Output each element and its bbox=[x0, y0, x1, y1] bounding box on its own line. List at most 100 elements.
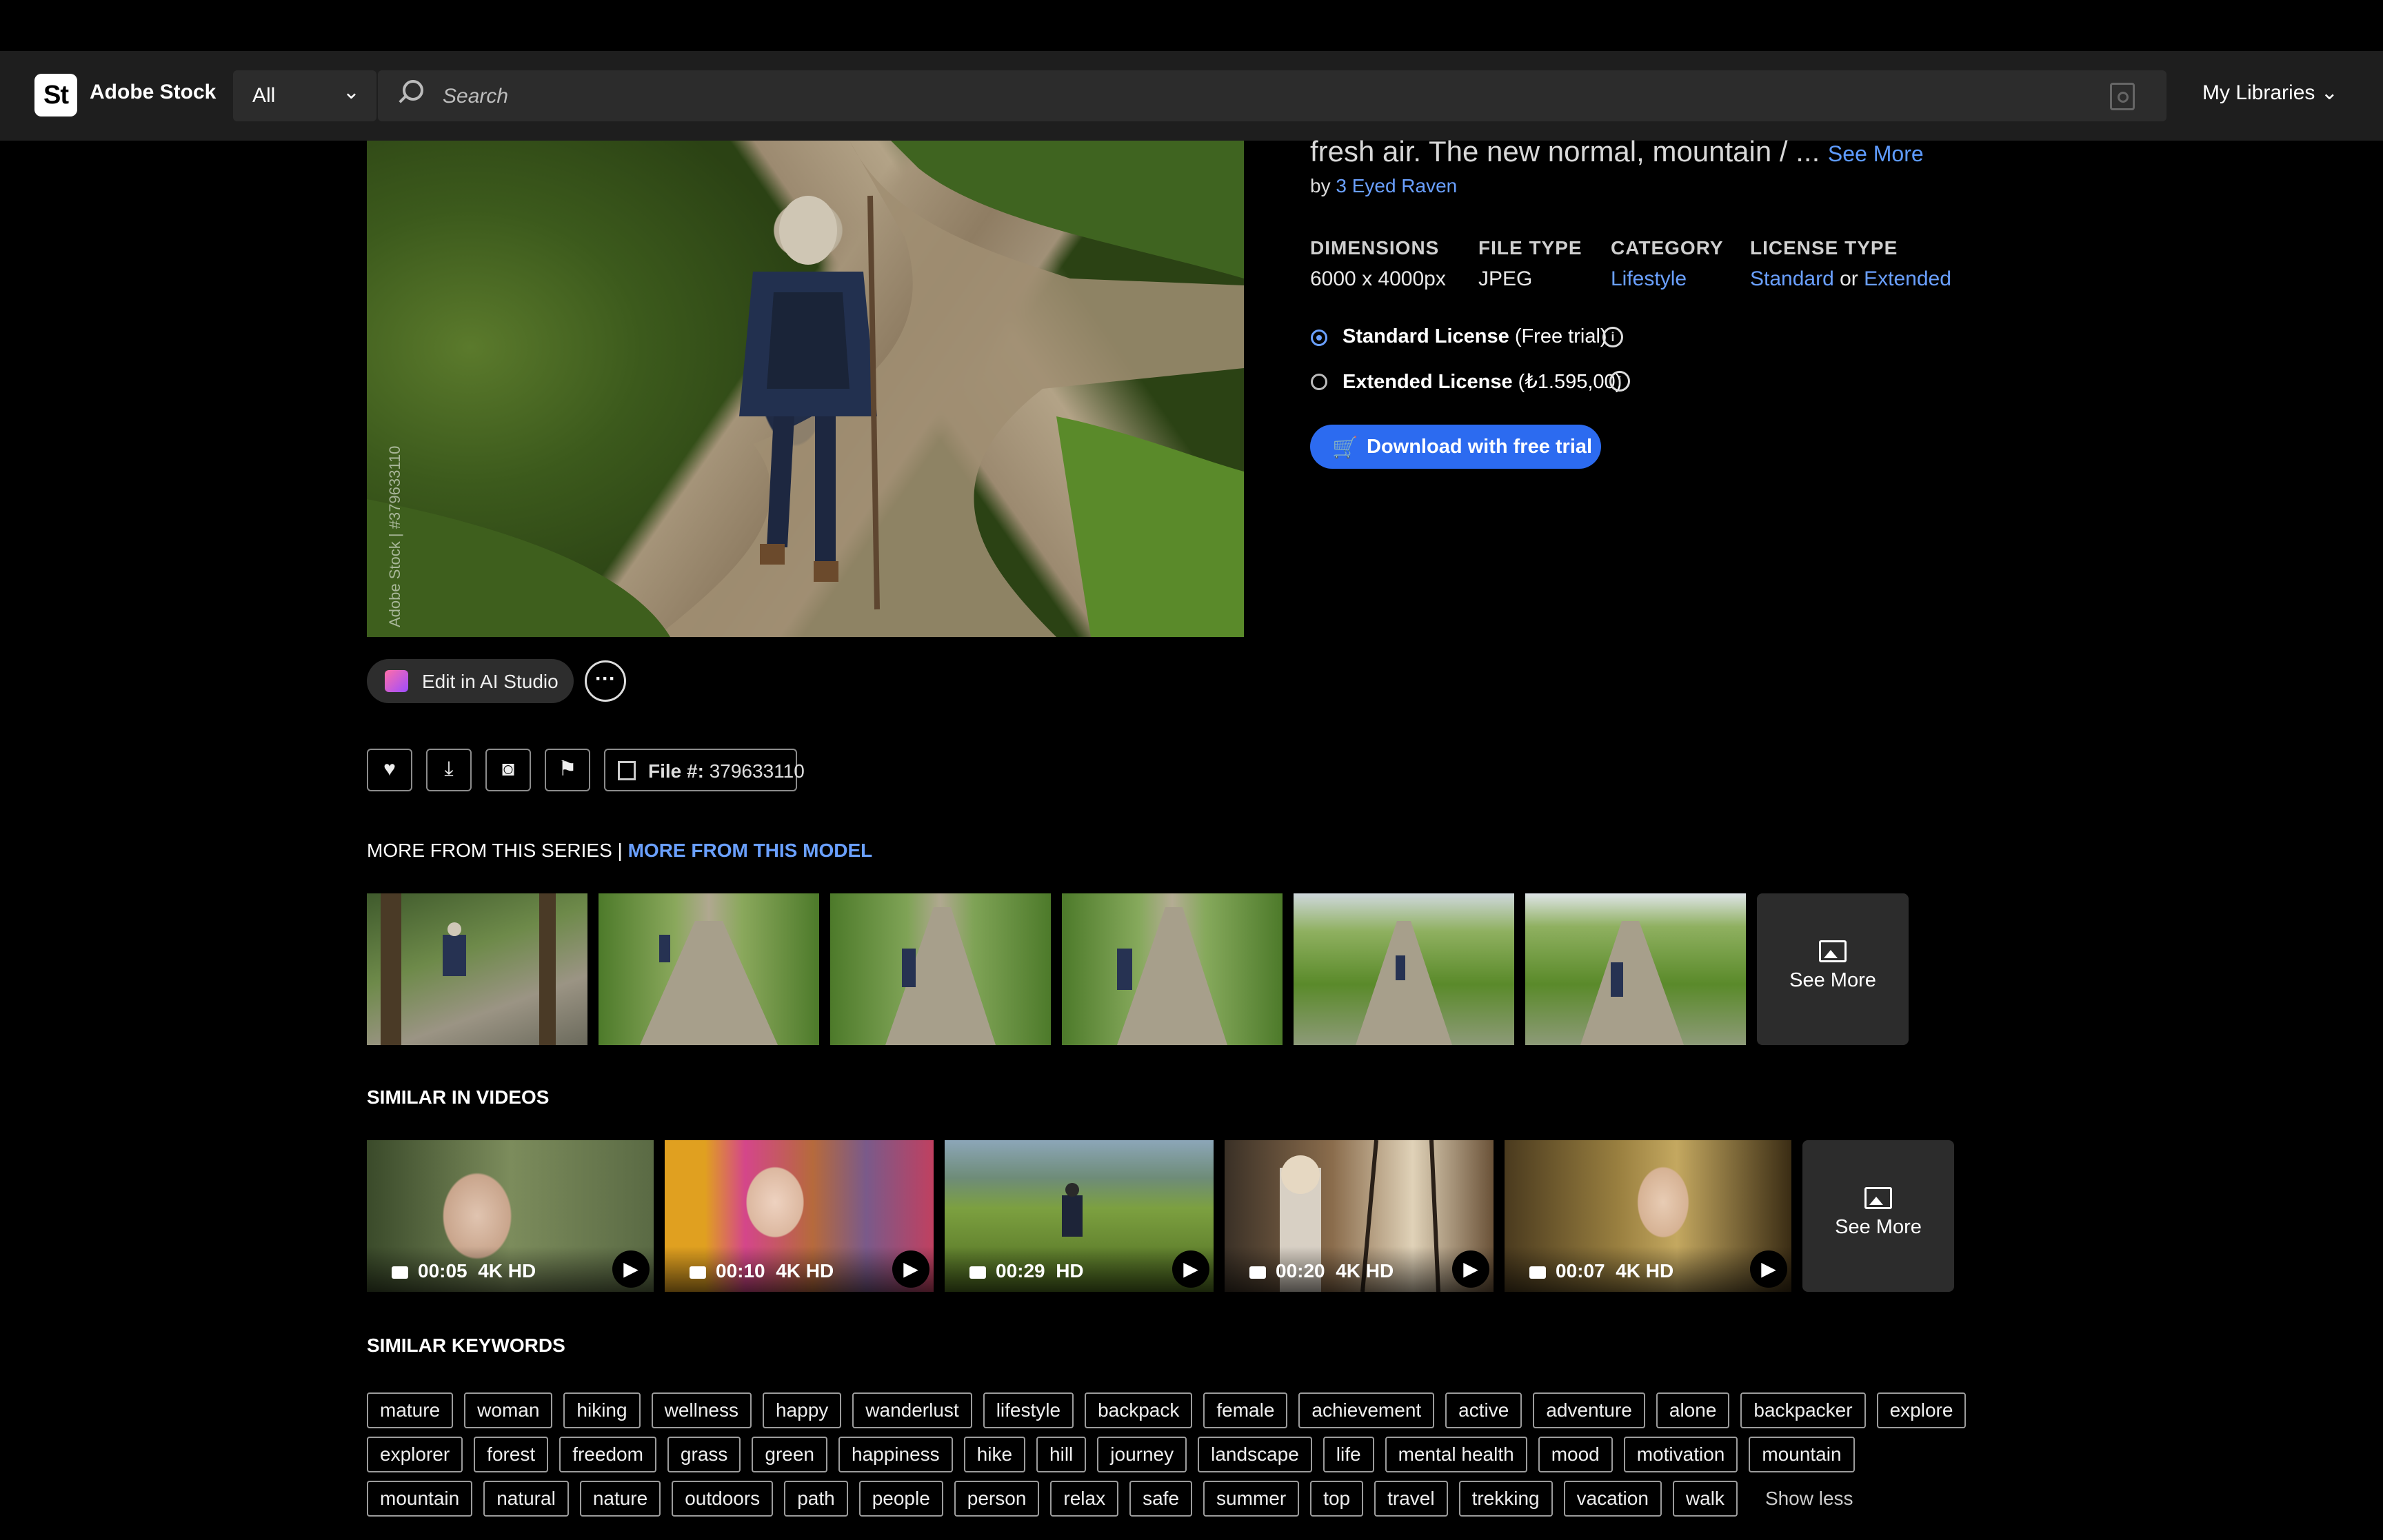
play-icon[interactable]: ▶ bbox=[1172, 1250, 1209, 1288]
videos-see-more-button[interactable]: See More bbox=[1802, 1140, 1954, 1292]
video-thumbnail[interactable]: 00:29 HD ▶ bbox=[945, 1140, 1214, 1292]
standard-license-link[interactable]: Standard bbox=[1750, 267, 1834, 290]
keyword-tag[interactable]: mood bbox=[1538, 1437, 1613, 1472]
series-thumbnail[interactable] bbox=[1525, 893, 1746, 1045]
keyword-tag[interactable]: travel bbox=[1374, 1481, 1448, 1517]
more-options-icon[interactable]: ··· bbox=[585, 660, 626, 702]
info-icon[interactable]: i bbox=[1602, 327, 1623, 347]
keyword-tag[interactable]: mountain bbox=[1749, 1437, 1855, 1472]
keyword-tag[interactable]: hiking bbox=[563, 1392, 641, 1428]
brand-name[interactable]: Adobe Stock bbox=[90, 81, 216, 104]
title-see-more-link[interactable]: See More bbox=[1828, 141, 1924, 166]
keyword-tag[interactable]: wanderlust bbox=[852, 1392, 972, 1428]
keyword-tag[interactable]: explore bbox=[1876, 1392, 1967, 1428]
extended-license-option[interactable]: Extended License (₺1.595,00) bbox=[1343, 369, 1622, 394]
play-icon[interactable]: ▶ bbox=[1452, 1250, 1489, 1288]
category-label: CATEGORY bbox=[1611, 237, 1724, 259]
keyword-tag[interactable]: forest bbox=[474, 1437, 549, 1472]
extended-license-link[interactable]: Extended bbox=[1864, 267, 1951, 290]
standard-license-radio[interactable] bbox=[1311, 330, 1327, 346]
keyword-tag[interactable]: freedom bbox=[559, 1437, 656, 1472]
keyword-tag[interactable]: female bbox=[1203, 1392, 1288, 1428]
keyword-tag[interactable]: landscape bbox=[1198, 1437, 1312, 1472]
keyword-tag[interactable]: summer bbox=[1203, 1481, 1300, 1517]
keyword-tag[interactable]: mental health bbox=[1385, 1437, 1527, 1472]
info-icon[interactable]: i bbox=[1609, 371, 1630, 392]
keyword-tag[interactable]: walk bbox=[1672, 1481, 1738, 1517]
play-icon[interactable]: ▶ bbox=[612, 1250, 650, 1288]
play-icon[interactable]: ▶ bbox=[1750, 1250, 1787, 1288]
keyword-tag[interactable]: green bbox=[752, 1437, 828, 1472]
more-from-model-tab[interactable]: MORE FROM THIS MODEL bbox=[628, 840, 873, 861]
keyword-tag[interactable]: grass bbox=[667, 1437, 741, 1472]
keyword-tag[interactable]: hike bbox=[963, 1437, 1026, 1472]
keyword-tag[interactable]: outdoors bbox=[672, 1481, 774, 1517]
keyword-tag[interactable]: people bbox=[858, 1481, 943, 1517]
flag-icon[interactable]: ⚑ bbox=[545, 749, 590, 791]
adobe-stock-logo[interactable]: St bbox=[34, 74, 77, 116]
keyword-tag[interactable]: active bbox=[1445, 1392, 1522, 1428]
copy-icon bbox=[618, 761, 636, 780]
keyword-tag[interactable]: vacation bbox=[1563, 1481, 1662, 1517]
my-libraries-menu[interactable]: My Libraries ⌄ bbox=[2202, 81, 2338, 105]
series-see-more-button[interactable]: See More bbox=[1757, 893, 1909, 1045]
series-thumbnail[interactable] bbox=[1062, 893, 1283, 1045]
keyword-tag[interactable]: journey bbox=[1097, 1437, 1187, 1472]
cart-icon: 🛒 bbox=[1332, 436, 1358, 459]
keyword-tag[interactable]: mountain bbox=[367, 1481, 473, 1517]
similar-videos-heading: SIMILAR IN VIDEOS bbox=[367, 1086, 550, 1108]
series-thumbnail[interactable] bbox=[830, 893, 1051, 1045]
standard-license-option[interactable]: Standard License (Free trial) bbox=[1343, 325, 1607, 348]
image-icon bbox=[1819, 940, 1847, 962]
keyword-tag[interactable]: path bbox=[784, 1481, 848, 1517]
keyword-tag[interactable]: relax bbox=[1050, 1481, 1119, 1517]
series-thumbnail[interactable] bbox=[367, 893, 587, 1045]
download-free-trial-button[interactable]: 🛒 Download with free trial bbox=[1310, 425, 1601, 469]
keyword-tag[interactable]: natural bbox=[483, 1481, 569, 1517]
keyword-tag[interactable]: person bbox=[954, 1481, 1040, 1517]
play-icon[interactable]: ▶ bbox=[892, 1250, 929, 1288]
search-scope-dropdown[interactable]: All ⌄ bbox=[233, 70, 376, 121]
video-duration: 00:05 bbox=[418, 1260, 467, 1281]
download-icon[interactable]: ⤓ bbox=[426, 749, 472, 791]
keyword-tag[interactable]: achievement bbox=[1298, 1392, 1435, 1428]
series-thumbnail[interactable] bbox=[1294, 893, 1514, 1045]
heart-icon[interactable]: ♥ bbox=[367, 749, 412, 791]
keyword-tag[interactable]: adventure bbox=[1533, 1392, 1645, 1428]
video-quality: 4K HD bbox=[1616, 1260, 1674, 1281]
keyword-tag[interactable]: safe bbox=[1129, 1481, 1193, 1517]
search-input[interactable] bbox=[441, 80, 2030, 113]
video-thumbnail[interactable]: 00:05 4K HD ▶ bbox=[367, 1140, 654, 1292]
keyword-tag[interactable]: wellness bbox=[651, 1392, 752, 1428]
file-number-button[interactable]: File #: 379633110 bbox=[604, 749, 805, 791]
keyword-tag[interactable]: backpacker bbox=[1740, 1392, 1866, 1428]
license-type-value: Standard or Extended bbox=[1750, 267, 1951, 291]
keyword-tag[interactable]: lifestyle bbox=[983, 1392, 1074, 1428]
keyword-tag[interactable]: hill bbox=[1036, 1437, 1087, 1472]
keyword-tag[interactable]: explorer bbox=[367, 1437, 463, 1472]
camera-icon[interactable]: ◙ bbox=[485, 749, 531, 791]
more-from-series-tab[interactable]: MORE FROM THIS SERIES bbox=[367, 840, 612, 861]
keyword-tag[interactable]: life bbox=[1323, 1437, 1374, 1472]
keyword-tag[interactable]: trekking bbox=[1458, 1481, 1553, 1517]
video-thumbnail[interactable]: 00:07 4K HD ▶ bbox=[1505, 1140, 1791, 1292]
keyword-tag[interactable]: happy bbox=[762, 1392, 842, 1428]
keyword-tag[interactable]: mature bbox=[367, 1392, 454, 1428]
author-link[interactable]: 3 Eyed Raven bbox=[1336, 175, 1457, 196]
extended-license-radio[interactable] bbox=[1311, 374, 1327, 390]
keyword-tag[interactable]: happiness bbox=[838, 1437, 953, 1472]
keyword-tag[interactable]: motivation bbox=[1623, 1437, 1738, 1472]
series-thumbnail[interactable] bbox=[599, 893, 819, 1045]
edit-in-ai-studio-button[interactable]: Edit in AI Studio bbox=[367, 659, 574, 703]
show-less-link[interactable]: Show less bbox=[1749, 1481, 1870, 1517]
keyword-tag[interactable]: alone bbox=[1656, 1392, 1730, 1428]
keyword-tag[interactable]: backpack bbox=[1085, 1392, 1193, 1428]
category-link[interactable]: Lifestyle bbox=[1611, 267, 1687, 291]
video-thumbnail[interactable]: 00:20 4K HD ▶ bbox=[1225, 1140, 1494, 1292]
keyword-tag[interactable]: woman bbox=[464, 1392, 553, 1428]
asset-preview-image[interactable] bbox=[367, 141, 1244, 637]
video-thumbnail[interactable]: 00:10 4K HD ▶ bbox=[665, 1140, 934, 1292]
keyword-tag[interactable]: top bbox=[1310, 1481, 1364, 1517]
keyword-tag[interactable]: nature bbox=[579, 1481, 661, 1517]
visual-search-icon[interactable] bbox=[2110, 83, 2135, 110]
